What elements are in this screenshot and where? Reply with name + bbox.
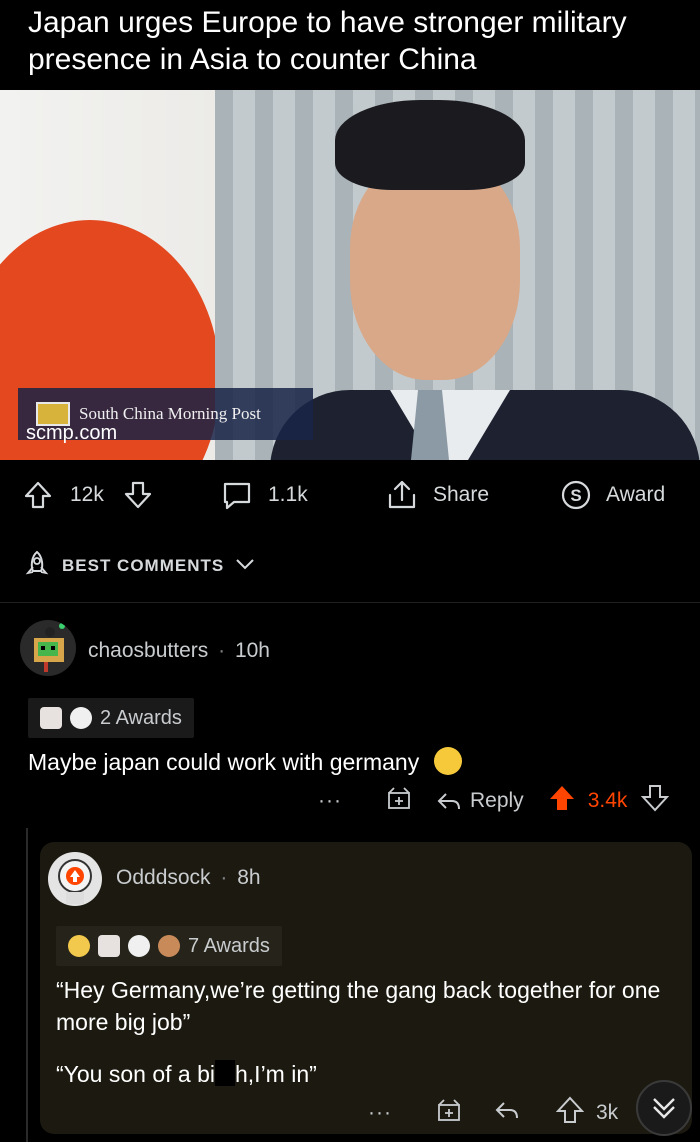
awards-count: 7 Awards — [188, 934, 270, 957]
upvote-arrow-icon[interactable] — [555, 1096, 585, 1130]
sort-label: BEST COMMENTS — [62, 556, 225, 575]
award-button[interactable]: S Award — [560, 467, 665, 523]
source-domain[interactable]: scmp.com — [26, 422, 117, 445]
chevron-down-icon — [234, 556, 256, 577]
share-button[interactable]: Share — [385, 467, 489, 523]
mask-award-icon — [70, 707, 92, 729]
wholesome-award-icon — [68, 935, 90, 957]
avatar[interactable] — [48, 852, 102, 906]
upvote-arrow-icon[interactable] — [548, 784, 576, 818]
more-options-button[interactable]: ··· — [318, 789, 342, 813]
add-award-icon[interactable] — [386, 785, 412, 817]
avatar-art — [58, 859, 92, 904]
handshake-award-icon — [40, 707, 62, 729]
post-action-bar: 12k 1.1k Share S Award — [0, 467, 700, 523]
silver-award-icon — [128, 935, 150, 957]
awards-count: 2 Awards — [100, 706, 182, 729]
vote-group: 12k — [22, 467, 154, 523]
comments-button[interactable]: 1.1k — [220, 467, 308, 523]
comment-age: 10h — [234, 639, 270, 662]
handshake-award-icon — [98, 935, 120, 957]
rocket-icon — [22, 549, 52, 584]
avatar-art — [34, 623, 65, 672]
comment-count: 1.1k — [268, 483, 308, 506]
thinking-face-icon — [433, 747, 462, 775]
next-comment-button[interactable] — [636, 1080, 692, 1136]
share-label: Share — [433, 483, 490, 506]
divider — [0, 602, 700, 603]
comment-body: Maybe japan could work with germany — [28, 746, 462, 778]
share-icon — [385, 478, 419, 512]
sort-dropdown[interactable]: BEST COMMENTS — [22, 546, 256, 586]
comment-body: “You son of a bi h,I’m in” — [56, 1060, 317, 1087]
censor-block — [215, 1060, 235, 1086]
comment-score: 3k — [595, 1101, 619, 1124]
upvote-arrow-icon[interactable] — [22, 479, 54, 511]
reply-arrow-icon[interactable] — [494, 1099, 520, 1127]
person-hair — [335, 100, 525, 190]
source-name: South China Morning Post — [79, 404, 261, 423]
post-score: 12k — [70, 483, 104, 506]
comment-author[interactable]: chaosbutters · 10h — [88, 639, 270, 663]
reply-button[interactable]: Reply — [436, 789, 524, 813]
award-label: Award — [606, 483, 666, 506]
awards-row[interactable]: 7 Awards — [56, 926, 282, 966]
double-chevron-down-icon — [653, 1098, 675, 1119]
awards-row[interactable]: 2 Awards — [28, 698, 194, 738]
comment-actions: ··· Reply 3.4k — [318, 784, 670, 818]
bear-award-icon — [158, 935, 180, 957]
comment-score: 3.4k — [587, 789, 628, 812]
comment-body: “Hey Germany,we’re getting the gang back… — [56, 977, 661, 1035]
comment-bubble-icon — [220, 478, 254, 512]
add-award-icon[interactable] — [436, 1097, 462, 1129]
avatar[interactable] — [20, 620, 76, 676]
downvote-arrow-icon[interactable] — [122, 479, 154, 511]
post-title[interactable]: Japan urges Europe to have stronger mili… — [28, 4, 688, 78]
post-image[interactable]: South China Morning Post scmp.com — [0, 90, 700, 460]
svg-text:S: S — [570, 486, 581, 505]
downvote-arrow-icon[interactable] — [641, 784, 670, 818]
reply-arrow-icon — [437, 793, 460, 810]
person-face — [350, 160, 520, 380]
comment-actions: ··· 3k — [368, 1096, 618, 1130]
comment-age: 8h — [237, 866, 261, 889]
thread-line[interactable] — [26, 828, 28, 1142]
comment-author[interactable]: Odddsock · 8h — [116, 866, 261, 890]
award-coin-icon: S — [560, 479, 592, 511]
more-options-button[interactable]: ··· — [368, 1101, 392, 1125]
